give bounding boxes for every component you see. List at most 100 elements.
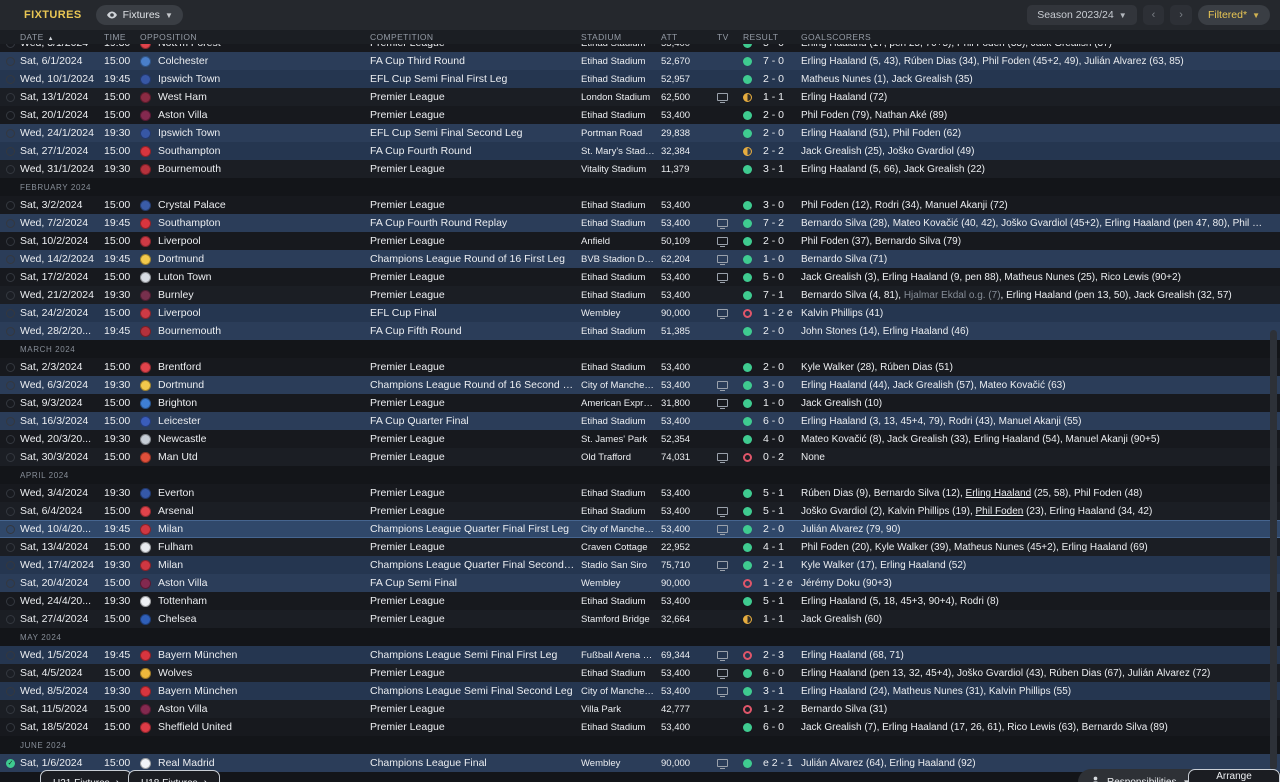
result-indicator-cell xyxy=(743,614,763,624)
goalscorer-segment: (23), Erling Haaland (34, 42) xyxy=(1023,505,1153,517)
fixture-row[interactable]: Wed, 3/1/202419:30 Nott'm ForestPremier L… xyxy=(0,44,1280,52)
fixture-row[interactable]: Sat, 11/5/2024 15:00 Aston Villa Premier Le… xyxy=(0,700,1280,718)
stadium-cell: Etihad Stadium xyxy=(581,361,646,373)
column-goalscorers[interactable]: GOALSCORERS xyxy=(801,32,1270,42)
tv-cell xyxy=(717,669,743,679)
fixture-row[interactable]: Sat, 30/3/2024 15:00 Man Utd Premier League… xyxy=(0,448,1280,466)
fixture-row[interactable]: Wed, 10/4/20... 19:45 Milan Champions Leagu… xyxy=(0,520,1280,538)
date-cell: Wed, 17/4/2024 xyxy=(20,559,94,571)
fixture-row[interactable]: Wed, 8/5/2024 19:30 Bayern München Champion… xyxy=(0,682,1280,700)
win-indicator-icon xyxy=(743,110,752,120)
fixture-row[interactable]: Sat, 18/5/2024 15:00 Sheffield United Premi… xyxy=(0,718,1280,736)
result-indicator-cell xyxy=(743,308,763,318)
fixture-row[interactable]: Sat, 20/4/2024 15:00 Aston Villa FA Cup Sem… xyxy=(0,574,1280,592)
opposition-cell: Ipswich Town xyxy=(158,127,221,139)
fixture-row[interactable]: Sat, 24/2/2024 15:00 Liverpool EFL Cup Fina… xyxy=(0,304,1280,322)
view-selector-button[interactable]: Fixtures ▼ xyxy=(95,5,183,25)
attendance-cell: 32,384 xyxy=(661,145,691,157)
goalscorer-segment: Erling Haaland xyxy=(965,487,1032,499)
column-date[interactable]: DATE ▲ xyxy=(20,32,104,42)
fixture-row[interactable]: Wed, 17/4/2024 19:30 Milan Champions League… xyxy=(0,556,1280,574)
month-header: APRIL 2024 xyxy=(0,466,1280,484)
goalscorer-segment: Jérémy Doku (90+3) xyxy=(801,577,892,589)
team-badge xyxy=(140,163,151,175)
result-indicator-cell xyxy=(743,758,763,768)
vertical-scrollbar-thumb[interactable] xyxy=(1270,330,1277,770)
fixture-row[interactable]: Sat, 16/3/2024 15:00 Leicester FA Cup Quart… xyxy=(0,412,1280,430)
win-indicator-icon xyxy=(743,506,752,516)
win-indicator-icon xyxy=(743,74,752,84)
goalscorer-segment: Bernardo Silva (31) xyxy=(801,703,888,715)
time-cell: 15:00 xyxy=(104,109,131,121)
month-header: MARCH 2024 xyxy=(0,340,1280,358)
next-season-button[interactable]: › xyxy=(1170,5,1192,25)
team-badge xyxy=(140,703,151,715)
fixture-row[interactable]: Sat, 6/1/2024 15:00 Colchester FA Cup Third… xyxy=(0,52,1280,70)
attendance-cell: 42,777 xyxy=(661,703,691,715)
match-status-icon xyxy=(6,542,15,552)
filter-button[interactable]: Filtered* ▼ xyxy=(1197,5,1270,25)
fixture-row[interactable]: Sat, 13/4/2024 15:00 Fulham Premier League C… xyxy=(0,538,1280,556)
column-att[interactable]: ATT xyxy=(661,32,717,42)
stadium-cell: Fußball Arena Mü... xyxy=(581,649,661,661)
season-selector[interactable]: Season 2023/24 ▼ xyxy=(1027,5,1137,25)
fixture-row[interactable]: Sat, 17/2/2024 15:00 Luton Town Premier Lea… xyxy=(0,268,1280,286)
fixture-row[interactable]: Sat, 9/3/2024 15:00 Brighton Premier League… xyxy=(0,394,1280,412)
result-indicator-cell xyxy=(743,380,763,390)
column-tv[interactable]: TV xyxy=(717,32,743,42)
fixture-row[interactable]: Wed, 6/3/2024 19:30 Dortmund Champions Leag… xyxy=(0,376,1280,394)
stadium-cell: City of Manchest... xyxy=(581,685,660,697)
date-cell: Sat, 30/3/2024 xyxy=(20,451,89,463)
attendance-cell: 53,400 xyxy=(661,487,691,499)
fixture-row[interactable]: Wed, 10/1/2024 19:45 Ipswich Town EFL Cup S… xyxy=(0,70,1280,88)
fixture-row[interactable]: Wed, 1/5/2024 19:45 Bayern München Champion… xyxy=(0,646,1280,664)
chevron-right-icon: › xyxy=(116,777,120,782)
fixture-row[interactable]: Sat, 27/4/2024 15:00 Chelsea Premier League… xyxy=(0,610,1280,628)
win-indicator-icon xyxy=(743,326,752,336)
competition-cell: FA Cup Quarter Final xyxy=(370,415,469,427)
match-status-icon xyxy=(6,686,15,696)
attendance-cell: 62,500 xyxy=(661,91,691,103)
result-cell: 6 - 0 xyxy=(763,415,785,427)
fixture-row[interactable]: Wed, 20/3/20... 19:30 Newcastle Premier Lea… xyxy=(0,430,1280,448)
result-indicator-cell xyxy=(743,128,763,138)
time-cell: 15:00 xyxy=(104,505,131,517)
prev-season-button[interactable]: ‹ xyxy=(1142,5,1165,25)
win-indicator-icon xyxy=(743,416,752,426)
u21-fixtures-button[interactable]: U21 Fixtures › xyxy=(40,770,133,782)
fixture-row[interactable]: Sat, 6/4/2024 15:00 Arsenal Premier League E… xyxy=(0,502,1280,520)
fixture-row[interactable]: Sat, 13/1/2024 15:00 West Ham Premier Leagu… xyxy=(0,88,1280,106)
result-cell: 5 - 1 xyxy=(763,505,785,517)
goalscorers-cell: Bernardo Silva (28), Mateo Kovačić (40, … xyxy=(801,218,1270,229)
match-status-icon xyxy=(6,452,15,462)
fixture-row[interactable]: Sat, 10/2/2024 15:00 Liverpool Premier Leag… xyxy=(0,232,1280,250)
u18-fixtures-button[interactable]: U18 Fixtures › xyxy=(128,770,221,782)
fixture-row[interactable]: Wed, 24/4/20... 19:30 Tottenham Premier Lea… xyxy=(0,592,1280,610)
fixture-row[interactable]: Wed, 21/2/2024 19:30 Burnley Premier League… xyxy=(0,286,1280,304)
fixture-row[interactable]: Sat, 2/3/2024 15:00 Brentford Premier Leagu… xyxy=(0,358,1280,376)
fixture-row[interactable]: Wed, 7/2/2024 19:45 Southampton FA Cup Four… xyxy=(0,214,1280,232)
fixture-row[interactable]: Sat, 20/1/2024 15:00 Aston Villa Premier Le… xyxy=(0,106,1280,124)
fixture-row[interactable]: Sat, 4/5/2024 15:00 Wolves Premier League Et… xyxy=(0,664,1280,682)
column-result[interactable]: RESULT xyxy=(743,32,801,42)
fixture-row[interactable]: Wed, 14/2/2024 19:45 Dortmund Champions Lea… xyxy=(0,250,1280,268)
match-status-icon xyxy=(6,290,15,300)
responsibilities-button[interactable]: Responsibilities ▼ xyxy=(1078,769,1203,782)
fixture-row[interactable]: Sat, 27/1/2024 15:00 Southampton FA Cup Fou… xyxy=(0,142,1280,160)
fixture-row[interactable]: Wed, 3/4/2024 19:30 Everton Premier League E… xyxy=(0,484,1280,502)
tv-cell xyxy=(717,381,743,391)
fixture-row[interactable]: Sat, 3/2/2024 15:00 Crystal Palace Premier … xyxy=(0,196,1280,214)
stadium-cell: City of Manchest... xyxy=(581,523,660,535)
column-opposition[interactable]: OPPOSITION xyxy=(140,32,370,42)
attendance-cell: 62,204 xyxy=(661,253,691,265)
arrange-friendly-button[interactable]: Arrange Friendly xyxy=(1188,769,1280,782)
fixture-row[interactable]: Wed, 31/1/2024 19:30 Bournemouth Premier Le… xyxy=(0,160,1280,178)
column-competition[interactable]: COMPETITION xyxy=(370,32,581,42)
goalscorer-segment: Jack Grealish (25), Joško Gvardiol (49) xyxy=(801,145,975,157)
fixture-row[interactable]: Wed, 28/2/20... 19:45 Bournemouth FA Cup Fi… xyxy=(0,322,1280,340)
loss-indicator-icon xyxy=(743,704,752,714)
column-stadium[interactable]: STADIUM xyxy=(581,32,661,42)
fixture-row[interactable]: Wed, 24/1/2024 19:30 Ipswich Town EFL Cup S… xyxy=(0,124,1280,142)
column-time[interactable]: TIME xyxy=(104,32,140,42)
stadium-cell: Stamford Bridge xyxy=(581,613,650,625)
